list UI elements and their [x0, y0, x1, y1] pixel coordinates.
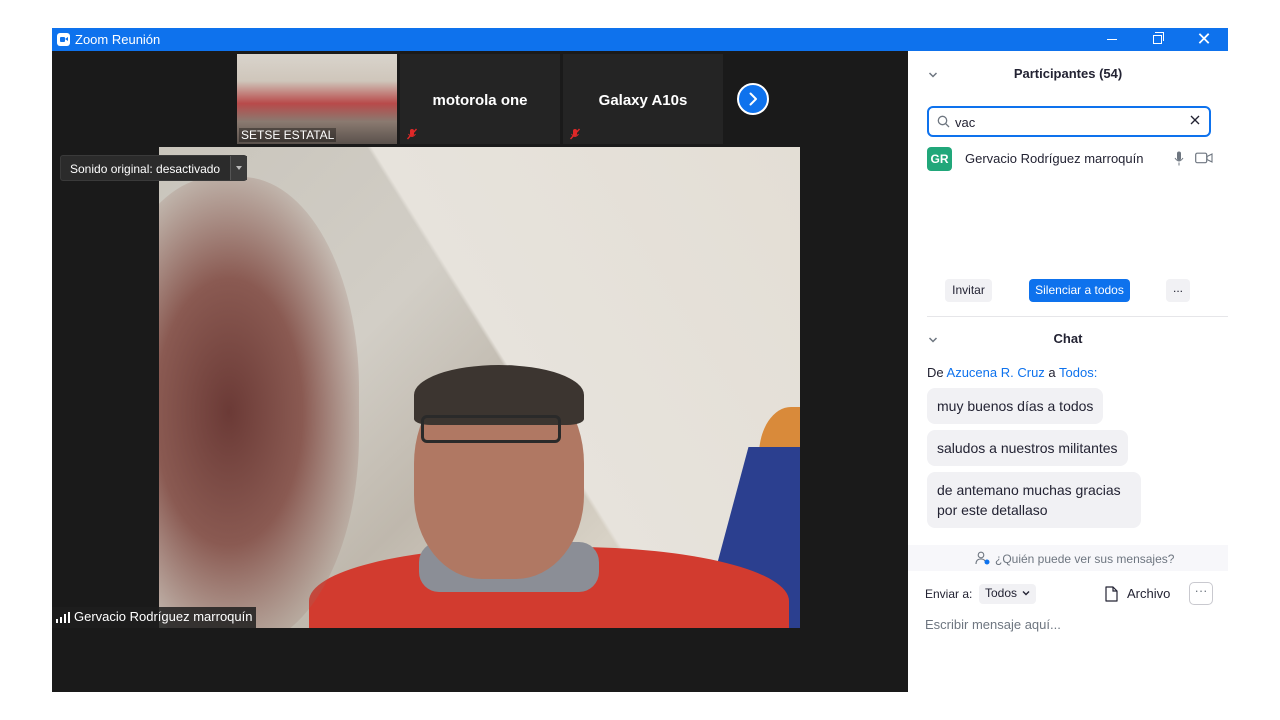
- close-button[interactable]: ✕: [1181, 28, 1227, 51]
- clear-search-icon[interactable]: [1189, 114, 1201, 126]
- restore-button[interactable]: [1135, 28, 1181, 51]
- title-bar: Zoom Reunión ✕: [52, 28, 1228, 51]
- search-icon: [937, 115, 950, 128]
- muted-mic-icon: [569, 128, 581, 140]
- person-eye-icon: [975, 551, 990, 565]
- panel-divider: [927, 316, 1228, 317]
- speaker-name: Gervacio Rodríguez marroquín: [74, 609, 253, 624]
- who-can-see-text: ¿Quién puede ver sus mensajes?: [995, 552, 1175, 566]
- speaker-name-tag: Gervacio Rodríguez marroquín: [52, 607, 257, 628]
- minimize-icon: [1107, 39, 1117, 40]
- avatar: GR: [927, 147, 952, 171]
- video-thumbnail[interactable]: Galaxy A10s: [563, 54, 723, 144]
- chat-more-button[interactable]: ···: [1189, 582, 1213, 605]
- restore-icon: [1153, 32, 1164, 44]
- next-page-button[interactable]: [737, 83, 769, 115]
- video-person-glasses: [421, 415, 561, 443]
- chat-message-input[interactable]: [925, 614, 1215, 634]
- invite-button[interactable]: Invitar: [945, 279, 992, 302]
- zoom-app-icon: [57, 33, 70, 46]
- chat-message: de antemano muchas gracias por este deta…: [927, 472, 1141, 528]
- close-icon: ✕: [1196, 29, 1212, 49]
- chat-message: muy buenos días a todos: [927, 388, 1104, 424]
- participants-more-button[interactable]: ...: [1166, 279, 1190, 302]
- search-input[interactable]: [955, 112, 1185, 132]
- chat-from-prefix: De: [927, 365, 944, 380]
- thumbnail-name: Galaxy A10s: [598, 92, 688, 109]
- chat-title: Chat: [1053, 331, 1083, 346]
- participant-name: Gervacio Rodríguez marroquín: [965, 151, 1144, 166]
- gallery-strip: SETSE ESTATAL motorola one Galaxy A10s: [237, 54, 800, 144]
- signal-strength-icon: [56, 612, 70, 623]
- mute-all-button[interactable]: Silenciar a todos: [1029, 279, 1130, 302]
- video-thumbnail[interactable]: SETSE ESTATAL: [237, 54, 397, 144]
- original-sound-label: Sonido original: desactivado: [70, 162, 221, 176]
- chat-sender-line: De Azucena R. Cruz a Todos:: [927, 365, 1097, 380]
- video-area: SETSE ESTATAL motorola one Galaxy A10s S…: [52, 51, 908, 692]
- chevron-down-icon: [1022, 591, 1030, 596]
- participant-search[interactable]: [927, 106, 1211, 137]
- chevron-right-icon: [749, 92, 757, 106]
- chevron-down-icon[interactable]: [230, 156, 247, 180]
- send-to-label: Enviar a:: [925, 587, 973, 601]
- minimize-button[interactable]: [1089, 28, 1135, 51]
- chat-recipient-link[interactable]: Todos:: [1059, 365, 1097, 380]
- who-can-see-bar[interactable]: ¿Quién puede ver sus mensajes?: [908, 545, 1228, 571]
- video-camera-icon: [1195, 152, 1213, 164]
- file-icon[interactable]: [1105, 586, 1118, 602]
- microphone-icon: [1174, 151, 1184, 166]
- side-panel: Participantes (54) GR Gervacio Rodríguez…: [908, 51, 1228, 692]
- zoom-window: Zoom Reunión ✕ SETSE ESTATAL motorola on…: [52, 28, 1228, 692]
- participants-title: Participantes (54): [1013, 66, 1123, 81]
- video-thumbnail[interactable]: motorola one: [400, 54, 560, 144]
- chat-message: saludos a nuestros militantes: [927, 430, 1128, 466]
- participant-list-item[interactable]: GR Gervacio Rodríguez marroquín: [927, 147, 1217, 171]
- muted-mic-icon: [406, 128, 418, 140]
- chat-sender-link[interactable]: Azucena R. Cruz: [947, 365, 1045, 380]
- send-to-value: Todos: [985, 586, 1018, 600]
- active-speaker-video: [159, 147, 800, 628]
- original-sound-toggle[interactable]: Sonido original: desactivado: [60, 155, 247, 181]
- chat-from-connector: a: [1048, 365, 1056, 380]
- send-to-select[interactable]: Todos: [979, 584, 1036, 604]
- thumbnail-name: SETSE ESTATAL: [239, 128, 337, 142]
- window-title: Zoom Reunión: [75, 32, 161, 47]
- thumbnail-name: motorola one: [432, 92, 528, 109]
- file-button[interactable]: Archivo: [1127, 586, 1170, 601]
